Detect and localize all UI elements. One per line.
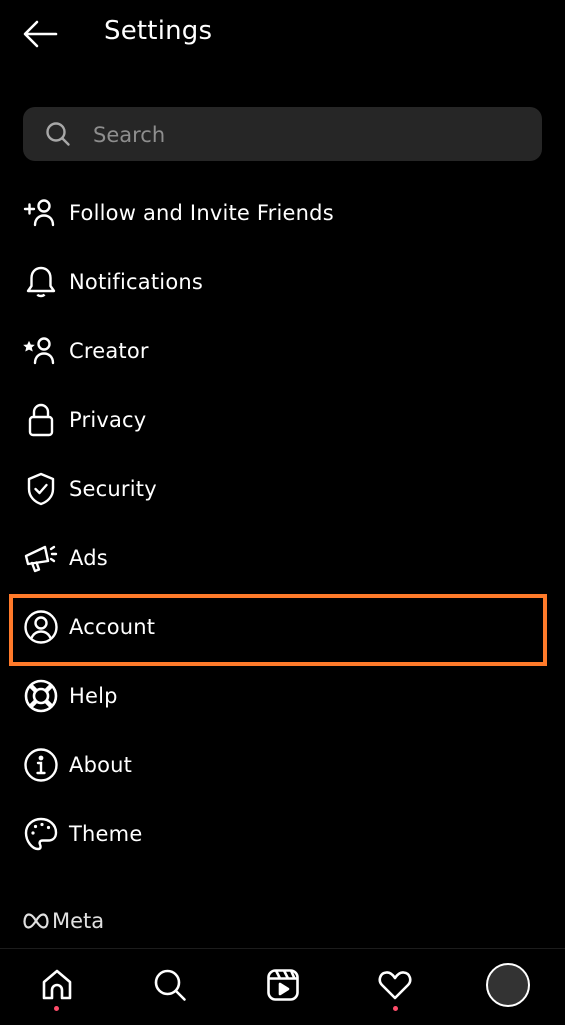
megaphone-icon [22,539,60,577]
menu-item-label: Security [69,477,157,501]
heart-icon [378,971,412,1000]
nav-home[interactable] [35,963,79,1007]
info-icon [22,746,60,784]
menu-item-ads[interactable]: Ads [10,526,541,590]
activity-notification-dot [393,1006,398,1011]
nav-search[interactable] [148,963,192,1007]
search-bar[interactable] [23,107,542,163]
menu-item-creator[interactable]: Creator [10,319,541,383]
menu-item-label: Follow and Invite Friends [69,201,334,225]
meta-label: Meta [52,909,105,933]
home-icon [42,969,72,1000]
menu-item-account[interactable]: Account [10,595,541,659]
back-button[interactable] [22,18,58,50]
menu-item-notifications[interactable]: Notifications [10,250,541,314]
nav-profile[interactable] [486,963,530,1007]
menu-item-label: Help [69,684,118,708]
menu-item-help[interactable]: Help [10,664,541,728]
add-person-icon [22,194,60,232]
search-input[interactable] [91,107,515,163]
menu-item-label: Creator [69,339,149,363]
reels-icon [267,969,299,1001]
header: Settings [0,0,565,70]
account-circle-icon [22,608,60,646]
menu-item-about[interactable]: About [10,733,541,797]
menu-item-follow-invite[interactable]: Follow and Invite Friends [10,181,541,245]
lifebuoy-icon [22,677,60,715]
search-icon [154,969,186,1001]
menu-item-security[interactable]: Security [10,457,541,521]
menu-item-label: Ads [69,546,108,570]
menu-item-privacy[interactable]: Privacy [10,388,541,452]
menu-item-label: Notifications [69,270,204,294]
bell-icon [22,263,60,301]
menu-item-label: Theme [69,822,143,846]
nav-activity[interactable] [373,963,417,1007]
menu-item-label: Account [69,615,156,639]
search-icon [46,122,70,146]
avatar [486,963,530,1007]
shield-check-icon [22,470,60,508]
arrow-left-icon [23,20,58,48]
menu-item-label: Privacy [69,408,147,432]
meta-logo-icon [23,913,49,929]
meta-branding: Meta [23,909,104,933]
lock-icon [22,401,60,439]
page-title: Settings [104,16,213,46]
home-notification-dot [54,1006,59,1011]
menu-item-label: About [69,753,133,777]
menu-item-theme[interactable]: Theme [10,802,541,866]
star-person-icon [22,332,60,370]
bottom-nav [0,948,565,1025]
nav-reels[interactable] [261,963,305,1007]
palette-icon [22,815,60,853]
